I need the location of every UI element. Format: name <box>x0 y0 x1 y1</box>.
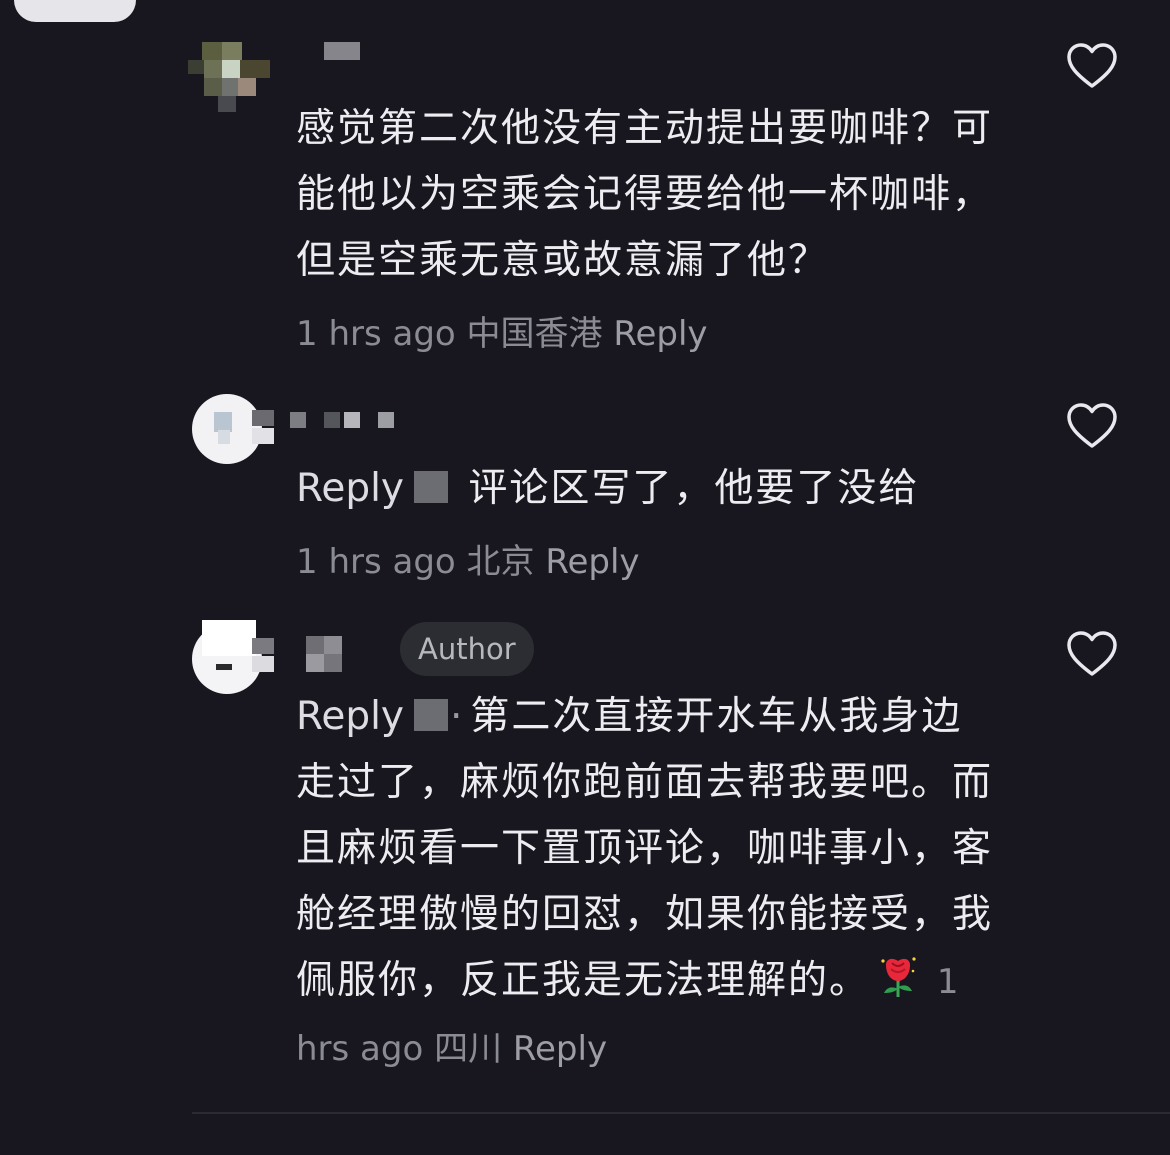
avatar[interactable] <box>188 40 270 122</box>
heart-outline-icon[interactable] <box>1066 630 1118 678</box>
comment-location: 中国香港 <box>466 314 603 354</box>
heart-outline-icon[interactable] <box>1066 402 1118 450</box>
comment-location: 四川 <box>434 1029 503 1069</box>
avatar[interactable] <box>192 394 274 476</box>
author-badge: Author <box>400 622 534 676</box>
heart-outline-icon[interactable] <box>1066 42 1118 90</box>
comment-thread: 感觉第二次他没有主动提出要咖啡？可能他以为空乘会记得要给他一杯咖啡，但是空乘无意… <box>0 0 1170 1155</box>
comment-text: Reply · 第二次直接开水车从我身边走过了，麻烦你跑前面去帮我要吧。而且麻烦看一… <box>296 684 996 1082</box>
avatar[interactable] <box>192 620 274 702</box>
comment-body: 评论区写了，他要了没给 <box>468 466 920 511</box>
reply-to-label: Reply <box>296 694 405 739</box>
divider <box>192 1112 1170 1114</box>
username-redacted[interactable] <box>306 636 346 674</box>
reply-button[interactable]: Reply <box>545 542 639 582</box>
rose-icon <box>878 954 918 998</box>
reply-button[interactable]: Reply <box>513 1029 607 1069</box>
reply-to-label: Reply <box>296 466 405 511</box>
mentioned-user-redacted[interactable] <box>414 471 449 503</box>
comment-meta: 1 hrs ago 北京 Reply <box>296 534 640 583</box>
username-redacted[interactable] <box>324 42 360 62</box>
reply-button[interactable]: Reply <box>613 314 707 354</box>
comment-meta: 1 hrs ago 中国香港 Reply <box>296 306 708 355</box>
separator-dot: · <box>450 694 465 739</box>
username-redacted[interactable] <box>290 412 400 432</box>
comment-location: 北京 <box>466 542 535 582</box>
comment-time: 1 hrs ago <box>296 542 456 582</box>
comment-text: Reply 评论区写了，他要了没给 <box>296 456 1036 522</box>
comment-text: 感觉第二次他没有主动提出要咖啡？可能他以为空乘会记得要给他一杯咖啡，但是空乘无意… <box>296 106 994 283</box>
comment-time: 1 hrs ago <box>296 314 456 354</box>
mentioned-user-redacted[interactable] <box>414 699 449 731</box>
top-input-pill[interactable] <box>14 0 136 22</box>
